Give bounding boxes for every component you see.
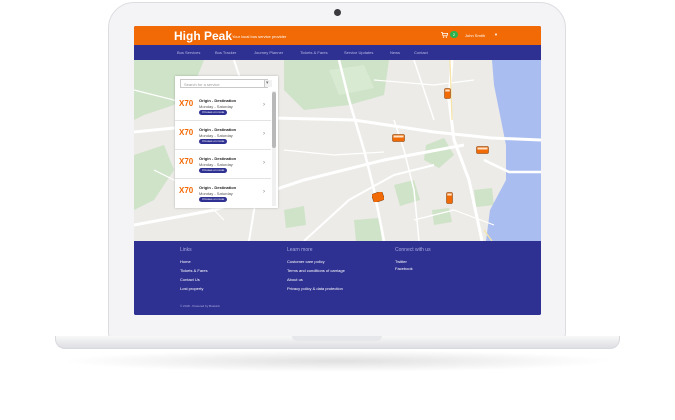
nav-item-bus-tracker[interactable]: Bus Tracker (215, 50, 236, 55)
route-days: Monday - Saturday (199, 104, 233, 109)
nav-item-tickets-fares[interactable]: Tickets & Fares (300, 50, 328, 55)
footer-link-home[interactable]: Home (180, 259, 191, 264)
cart-icon[interactable] (441, 32, 448, 38)
chevron-right-icon: › (263, 160, 265, 166)
footer-heading-links: Links (180, 247, 192, 253)
cart-count-badge: 2 (450, 31, 458, 38)
site-header: High Peak Your local bus service provide… (134, 26, 541, 45)
bus-icon[interactable] (372, 192, 384, 202)
footer-link-privacy[interactable]: Privacy policy & data protection (287, 286, 343, 291)
nav-item-service-updates[interactable]: Service Updates (344, 50, 373, 55)
route-item[interactable]: X70 Origin - Destination Monday - Saturd… (175, 151, 271, 179)
route-title: Origin - Destination (199, 98, 237, 103)
status-badge: 3 buses on route (199, 110, 228, 115)
route-days: Monday - Saturday (199, 133, 233, 138)
footer-link-twitter[interactable]: Twitter (395, 259, 407, 264)
main-nav: Bus Services Bus Tracker Journey Planner… (134, 45, 541, 60)
route-item[interactable]: X70 Origin - Destination Monday - Saturd… (175, 122, 271, 150)
route-title: Origin - Destination (199, 127, 237, 132)
site-footer: Links Home Tickets & Fares Contact Us Lo… (134, 241, 541, 315)
brand-tagline: Your local bus service provider (232, 34, 287, 39)
search-input[interactable]: Search for a service ▾ (180, 79, 272, 88)
footer-link-terms[interactable]: Terms and conditions of carriage (287, 268, 345, 273)
chevron-down-icon[interactable]: ▼ (494, 32, 498, 37)
route-panel: Search for a service ▾ X70 Origin - Dest… (175, 76, 278, 208)
footer-link-customer-care[interactable]: Customer care policy (287, 259, 325, 264)
footer-link-about-us[interactable]: About us (287, 277, 303, 282)
nav-item-news[interactable]: News (390, 50, 400, 55)
footer-link-facebook[interactable]: Facebook (395, 266, 413, 271)
status-badge: 3 buses on route (199, 168, 228, 173)
laptop-screen: High Peak Your local bus service provide… (134, 26, 541, 315)
status-badge: 3 buses on route (199, 139, 228, 144)
search-placeholder: Search for a service (184, 82, 220, 87)
route-number: X70 (179, 128, 194, 137)
bus-icon[interactable] (476, 146, 489, 154)
route-number: X70 (179, 186, 194, 195)
nav-item-journey-planner[interactable]: Journey Planner (254, 50, 283, 55)
route-list-scrollbar[interactable] (272, 91, 276, 206)
footer-heading-connect: Connect with us (395, 247, 431, 253)
route-number: X70 (179, 99, 194, 108)
search-dropdown-button[interactable]: ▾ (264, 80, 272, 87)
laptop-shadow (60, 350, 615, 372)
footer-link-contact-us[interactable]: Contact Us (180, 277, 200, 282)
status-badge: 3 buses on route (199, 197, 228, 202)
route-title: Origin - Destination (199, 156, 237, 161)
brand-logo[interactable]: High Peak (174, 29, 232, 43)
chevron-down-icon: ▾ (266, 80, 269, 86)
footer-link-lost-property[interactable]: Lost property (180, 286, 203, 291)
nav-item-contact[interactable]: Contact (414, 50, 428, 55)
route-number: X70 (179, 157, 194, 166)
copyright-text: © 2018 - Powered by BusHub (180, 304, 220, 308)
route-item[interactable]: X70 Origin - Destination Monday - Saturd… (175, 93, 271, 121)
route-title: Origin - Destination (199, 185, 237, 190)
bus-icon[interactable] (444, 88, 451, 99)
scrollbar-thumb[interactable] (272, 92, 276, 148)
footer-link-tickets-fares[interactable]: Tickets & Fares (180, 268, 208, 273)
chevron-right-icon: › (263, 131, 265, 137)
route-item[interactable]: X70 Origin - Destination Monday - Saturd… (175, 180, 271, 208)
route-days: Monday - Saturday (199, 162, 233, 167)
bus-icon[interactable] (392, 134, 405, 142)
nav-item-bus-services[interactable]: Bus Services (177, 50, 200, 55)
laptop-notch (292, 336, 382, 341)
bus-icon[interactable] (446, 192, 453, 204)
user-menu[interactable]: John Smith (465, 33, 485, 38)
chevron-right-icon: › (263, 189, 265, 195)
camera-icon (334, 9, 341, 16)
footer-heading-learn-more: Learn more (287, 247, 313, 253)
chevron-right-icon: › (263, 102, 265, 108)
route-days: Monday - Saturday (199, 191, 233, 196)
